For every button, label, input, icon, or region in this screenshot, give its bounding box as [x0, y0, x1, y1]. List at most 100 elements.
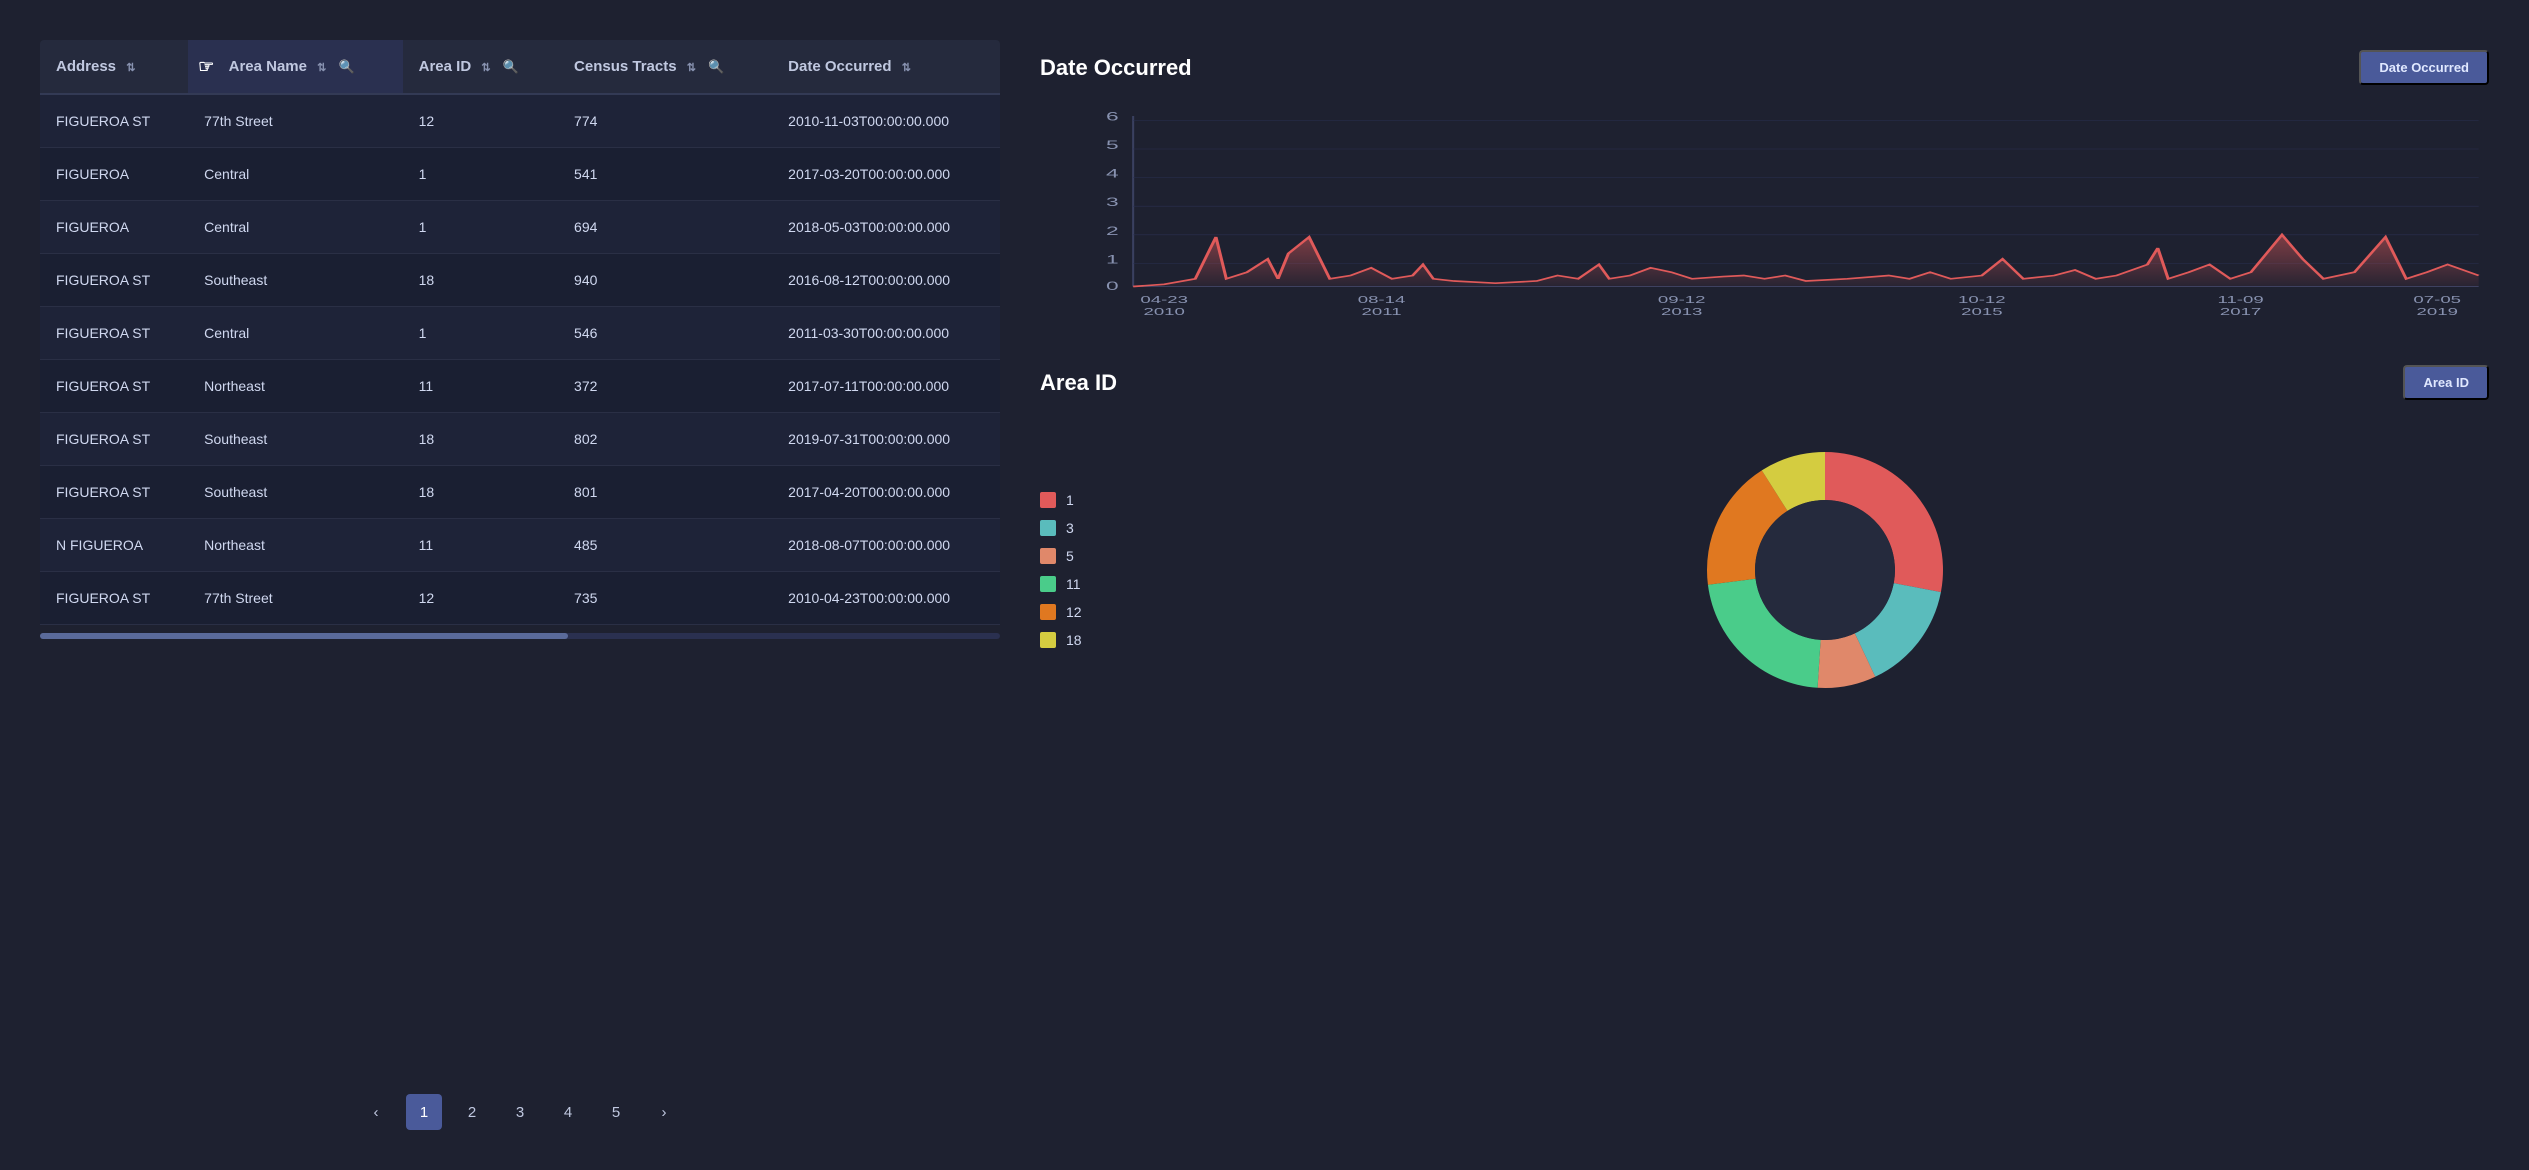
cell-censustracts: 546 — [558, 307, 772, 360]
table-row: N FIGUEROA Northeast 11 485 2018-08-07T0… — [40, 519, 1000, 572]
svg-text:3: 3 — [1106, 195, 1119, 209]
donut-chart-svg — [1675, 420, 1975, 720]
cell-areaid: 18 — [403, 466, 558, 519]
cell-dateoccurred: 2018-05-03T00:00:00.000 — [772, 201, 1000, 254]
pie-legend: 1 3 5 11 12 — [1040, 492, 1120, 648]
line-chart-svg: 6 5 4 3 2 1 0 — [1040, 105, 2489, 325]
table-row: FIGUEROA ST Southeast 18 801 2017-04-20T… — [40, 466, 1000, 519]
pagination-page-5[interactable]: 5 — [598, 1094, 634, 1130]
cell-censustracts: 735 — [558, 572, 772, 625]
left-panel: Address ⇅ ☞ Area Name ⇅ 🔍 Area ID — [40, 40, 1000, 1130]
date-chart-header: Date Occurred Date Occurred — [1040, 50, 2489, 85]
cell-areaid: 12 — [403, 572, 558, 625]
pie-section: 1 3 5 11 12 — [1040, 420, 2489, 720]
table-row: FIGUEROA ST Northeast 11 372 2017-07-11T… — [40, 360, 1000, 413]
svg-text:1: 1 — [1106, 252, 1119, 266]
scrollbar-track[interactable] — [40, 633, 1000, 639]
svg-text:0: 0 — [1106, 279, 1119, 293]
cell-areaname: Northeast — [188, 360, 402, 413]
cell-areaid: 1 — [403, 307, 558, 360]
area-chart-title: Area ID — [1040, 370, 1117, 396]
cell-address: FIGUEROA ST — [40, 572, 188, 625]
svg-text:08-14: 08-14 — [1358, 295, 1406, 306]
legend-dot-3 — [1040, 520, 1056, 536]
cell-dateoccurred: 2016-08-12T00:00:00.000 — [772, 254, 1000, 307]
date-chart-badge[interactable]: Date Occurred — [2359, 50, 2489, 85]
cell-dateoccurred: 2010-11-03T00:00:00.000 — [772, 94, 1000, 148]
cursor-icon: ☞ — [198, 56, 214, 77]
sort-icon-areaid: ⇅ — [481, 61, 490, 74]
right-panel: Date Occurred Date Occurred 6 5 4 3 2 1 … — [1040, 40, 2489, 1130]
cell-areaname: Central — [188, 148, 402, 201]
col-areaid[interactable]: Area ID ⇅ 🔍 — [403, 40, 558, 94]
pagination-page-1[interactable]: 1 — [406, 1094, 442, 1130]
svg-text:6: 6 — [1106, 109, 1119, 123]
svg-text:2015: 2015 — [1961, 307, 2002, 318]
donut-hole — [1755, 500, 1895, 640]
legend-item-1: 1 — [1040, 492, 1120, 508]
svg-text:11-09: 11-09 — [2217, 295, 2263, 306]
cell-address: FIGUEROA ST — [40, 254, 188, 307]
cell-dateoccurred: 2017-07-11T00:00:00.000 — [772, 360, 1000, 413]
sort-icon-areaname: ⇅ — [317, 61, 326, 74]
search-icon-areaid[interactable]: 🔍 — [503, 59, 519, 75]
svg-text:2: 2 — [1106, 224, 1119, 238]
cell-areaid: 18 — [403, 413, 558, 466]
cell-areaname: Central — [188, 201, 402, 254]
cell-address: FIGUEROA ST — [40, 360, 188, 413]
cell-areaname: Southeast — [188, 413, 402, 466]
cell-censustracts: 372 — [558, 360, 772, 413]
cell-address: FIGUEROA ST — [40, 94, 188, 148]
cell-address: FIGUEROA ST — [40, 307, 188, 360]
cell-dateoccurred: 2019-07-31T00:00:00.000 — [772, 413, 1000, 466]
search-icon-areaname[interactable]: 🔍 — [339, 59, 355, 75]
sort-icon-address: ⇅ — [126, 61, 135, 74]
col-address[interactable]: Address ⇅ — [40, 40, 188, 94]
cell-address: N FIGUEROA — [40, 519, 188, 572]
donut-container — [1160, 420, 2489, 720]
table-row: FIGUEROA Central 1 694 2018-05-03T00:00:… — [40, 201, 1000, 254]
cell-areaid: 1 — [403, 148, 558, 201]
cell-areaid: 1 — [403, 201, 558, 254]
svg-text:4: 4 — [1106, 166, 1119, 180]
table-row: FIGUEROA ST 77th Street 12 735 2010-04-2… — [40, 572, 1000, 625]
cell-censustracts: 940 — [558, 254, 772, 307]
cell-dateoccurred: 2018-08-07T00:00:00.000 — [772, 519, 1000, 572]
pagination-page-2[interactable]: 2 — [454, 1094, 490, 1130]
table-row: FIGUEROA Central 1 541 2017-03-20T00:00:… — [40, 148, 1000, 201]
cell-address: FIGUEROA — [40, 201, 188, 254]
main-container: Address ⇅ ☞ Area Name ⇅ 🔍 Area ID — [0, 0, 2529, 1170]
legend-dot-5 — [1040, 548, 1056, 564]
pagination-page-3[interactable]: 3 — [502, 1094, 538, 1130]
cell-censustracts: 485 — [558, 519, 772, 572]
pagination: ‹ 1 2 3 4 5 › — [40, 1094, 1000, 1130]
pagination-page-4[interactable]: 4 — [550, 1094, 586, 1130]
table-row: FIGUEROA ST Southeast 18 940 2016-08-12T… — [40, 254, 1000, 307]
svg-text:2011: 2011 — [1362, 307, 1402, 318]
cell-areaid: 12 — [403, 94, 558, 148]
legend-item-11: 11 — [1040, 576, 1120, 592]
cell-areaname: 77th Street — [188, 94, 402, 148]
data-table: Address ⇅ ☞ Area Name ⇅ 🔍 Area ID — [40, 40, 1000, 625]
cell-areaid: 11 — [403, 360, 558, 413]
svg-text:2013: 2013 — [1661, 307, 1702, 318]
sort-icon-censustracts: ⇅ — [687, 61, 696, 74]
cell-dateoccurred: 2017-04-20T00:00:00.000 — [772, 466, 1000, 519]
col-dateoccurred[interactable]: Date Occurred ⇅ — [772, 40, 1000, 94]
svg-text:2019: 2019 — [2417, 307, 2458, 318]
area-chart-badge[interactable]: Area ID — [2403, 365, 2489, 400]
scrollbar-thumb[interactable] — [40, 633, 568, 639]
table-row: FIGUEROA ST Central 1 546 2011-03-30T00:… — [40, 307, 1000, 360]
search-icon-censustracts[interactable]: 🔍 — [708, 59, 724, 75]
svg-text:2017: 2017 — [2220, 307, 2261, 318]
svg-text:04-23: 04-23 — [1140, 295, 1188, 306]
pagination-next[interactable]: › — [646, 1094, 682, 1130]
col-censustracts[interactable]: Census Tracts ⇅ 🔍 — [558, 40, 772, 94]
cell-dateoccurred: 2010-04-23T00:00:00.000 — [772, 572, 1000, 625]
col-areaname[interactable]: ☞ Area Name ⇅ 🔍 — [188, 40, 402, 94]
cell-address: FIGUEROA ST — [40, 466, 188, 519]
line-chart-container: 6 5 4 3 2 1 0 — [1040, 105, 2489, 325]
svg-text:07-05: 07-05 — [2413, 295, 2461, 306]
area-chart-section: Area ID Area ID 1 3 5 — [1040, 365, 2489, 720]
pagination-prev[interactable]: ‹ — [358, 1094, 394, 1130]
